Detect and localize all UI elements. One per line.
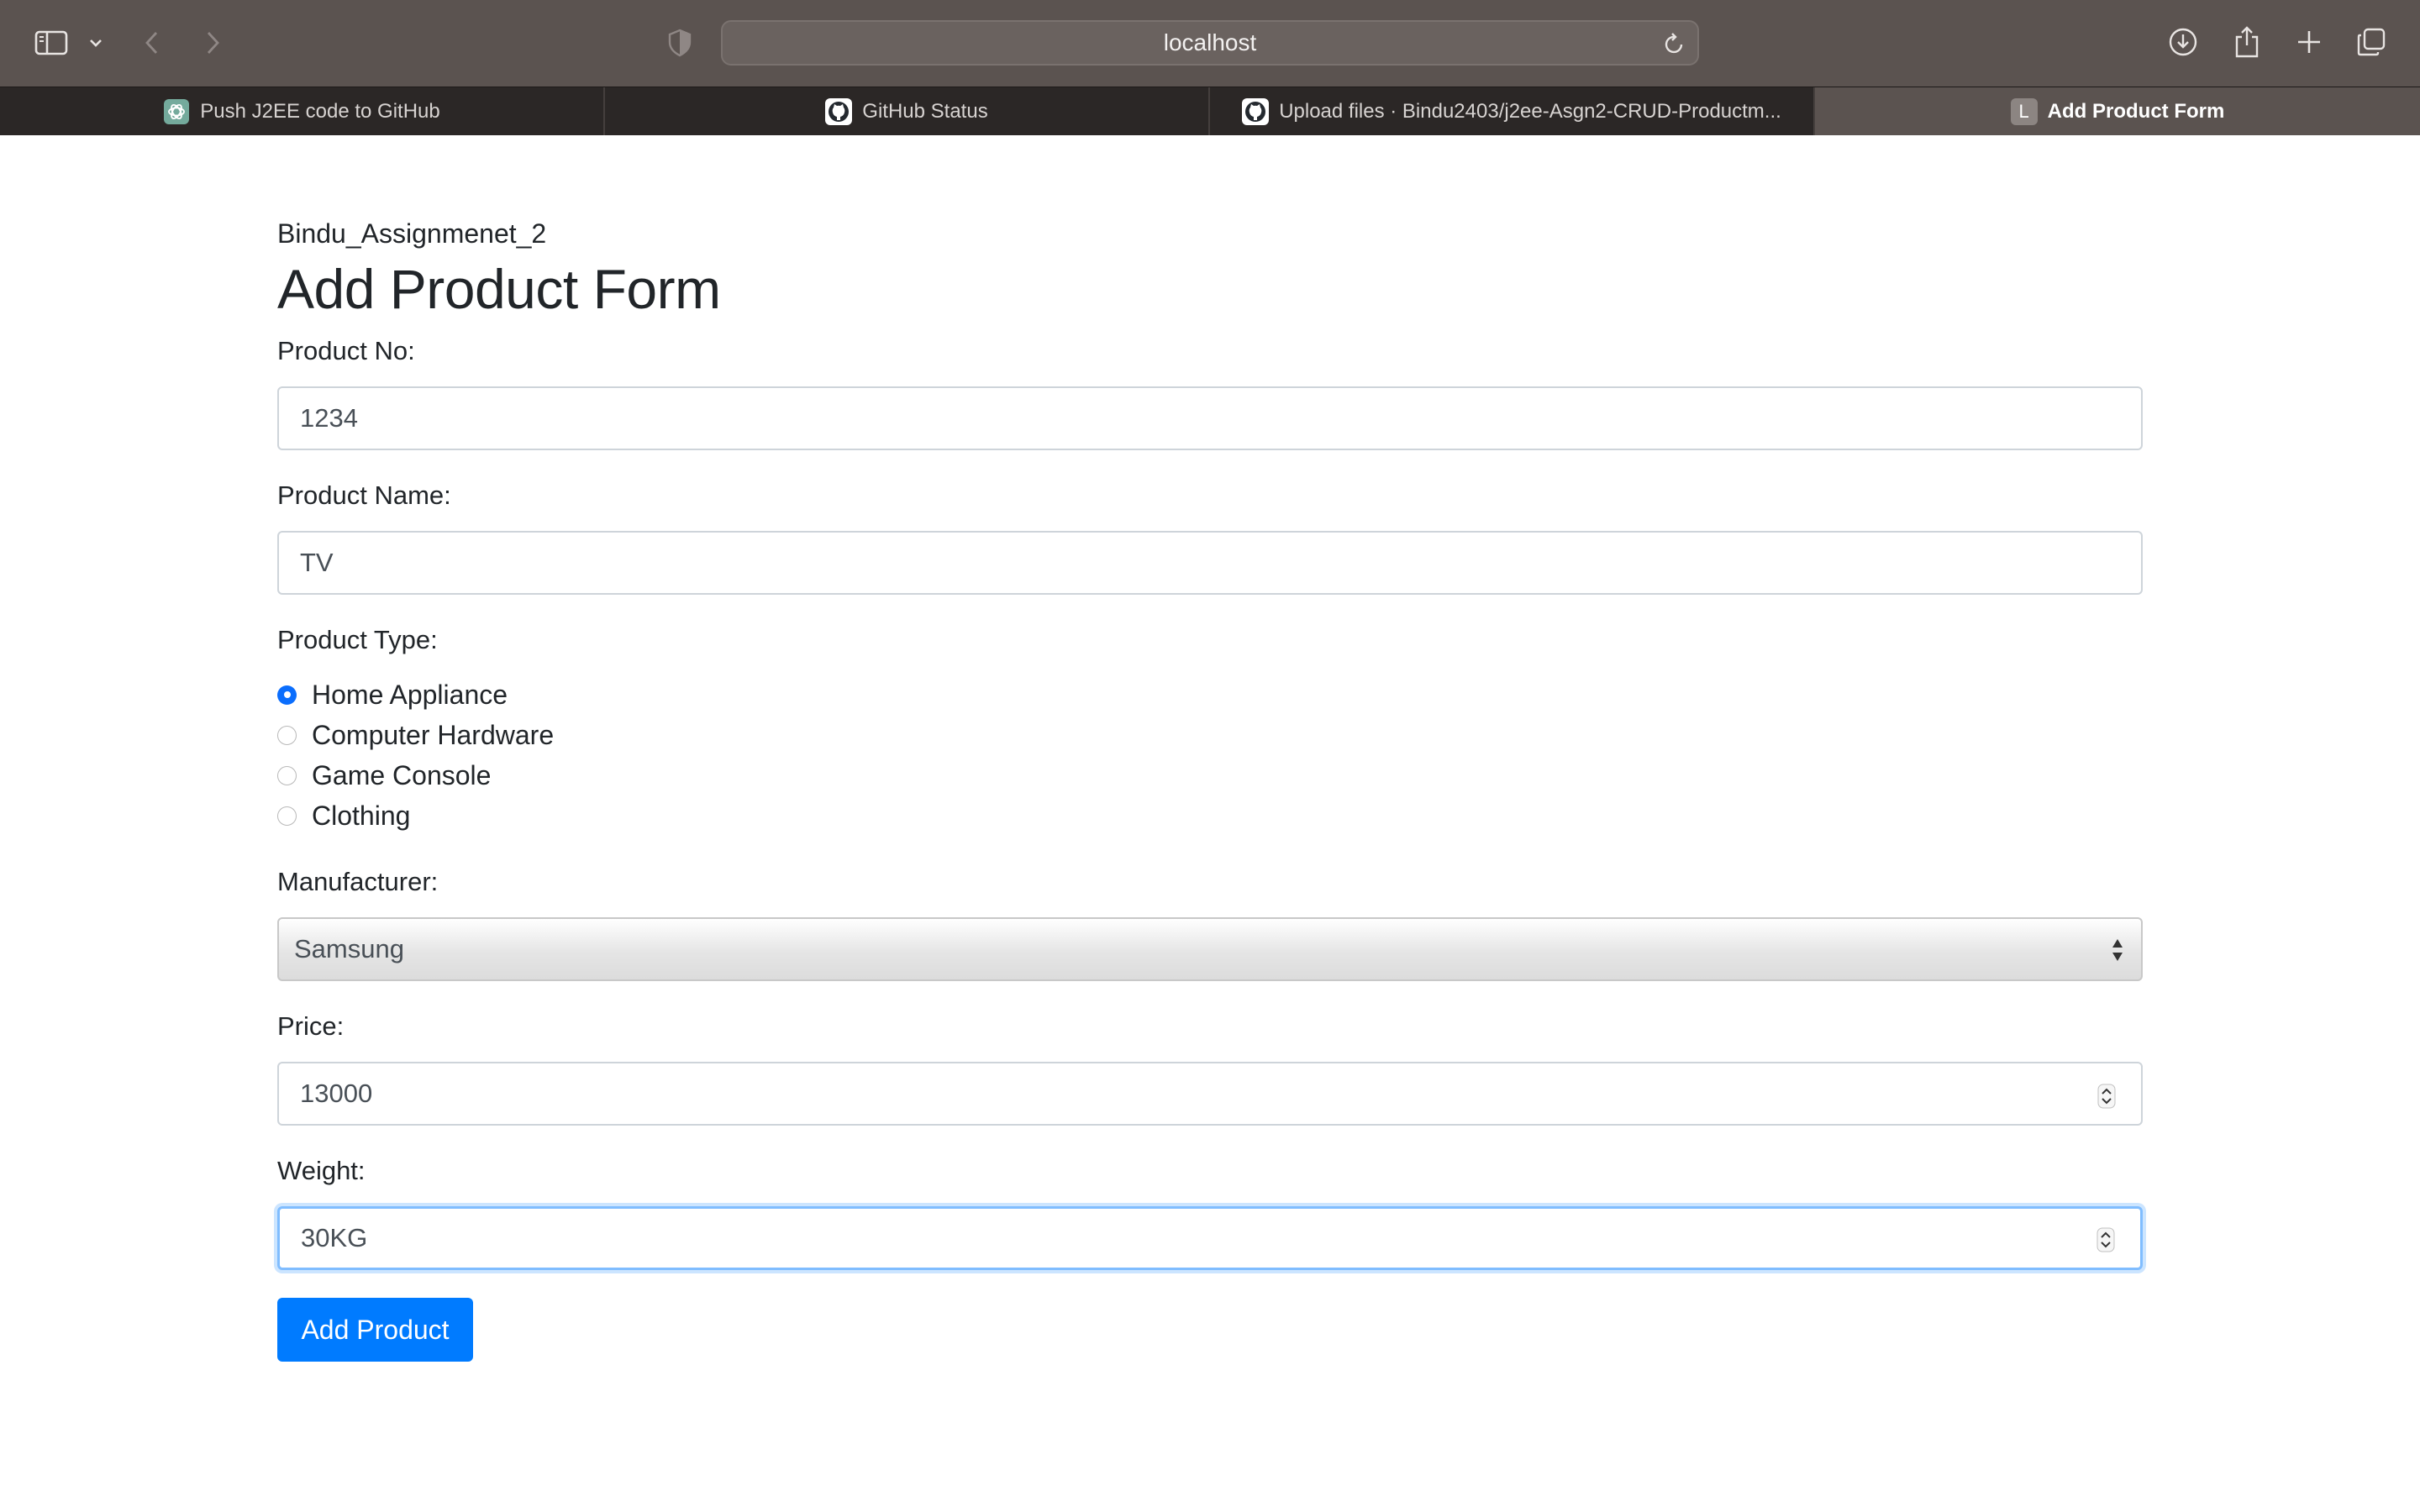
page-subtitle: Bindu_Assignmenet_2: [277, 218, 547, 249]
address-bar[interactable]: localhost: [721, 20, 1699, 66]
sidebar-toggle-icon[interactable]: [32, 27, 71, 59]
radio-label: Home Appliance: [312, 679, 508, 710]
browser-toolbar: localhost: [0, 0, 2420, 87]
radio-label: Clothing: [312, 800, 411, 831]
number-stepper-icon[interactable]: [2097, 1084, 2116, 1116]
radio-label: Computer Hardware: [312, 719, 555, 750]
product-name-label: Product Name:: [277, 480, 451, 510]
product-type-label: Product Type:: [277, 625, 438, 654]
tab-label: GitHub Status: [862, 99, 988, 123]
reload-icon[interactable]: [1664, 32, 1686, 60]
new-tab-plus-icon[interactable]: [2292, 25, 2326, 59]
tab-add-product-form[interactable]: L Add Product Form: [1815, 87, 2420, 135]
price-value: 13000: [300, 1079, 373, 1108]
page-title: Add Product Form: [277, 258, 721, 320]
product-no-label: Product No:: [277, 336, 415, 365]
radio-button[interactable]: [277, 725, 297, 745]
radio-clothing[interactable]: Clothing: [277, 799, 410, 832]
manufacturer-value: Samsung: [294, 934, 404, 963]
number-stepper-icon[interactable]: [2096, 1227, 2115, 1259]
manufacturer-select[interactable]: Samsung: [277, 917, 2143, 981]
tab-label: Upload files · Bindu2403/j2ee-Asgn2-CRUD…: [1279, 99, 1781, 123]
product-name-value: TV: [300, 548, 334, 577]
radio-button[interactable]: [277, 765, 297, 785]
share-icon[interactable]: [2230, 24, 2264, 60]
privacy-shield-icon[interactable]: [666, 29, 694, 57]
letter-icon: L: [2010, 97, 2038, 125]
weight-value: 30KG: [301, 1223, 368, 1252]
radio-button-checked[interactable]: [277, 685, 297, 705]
product-name-input[interactable]: TV: [277, 531, 2143, 595]
forward-arrow-icon[interactable]: [200, 27, 225, 59]
tab-overview-icon[interactable]: [2354, 25, 2388, 59]
url-text: localhost: [1163, 29, 1257, 55]
add-product-button[interactable]: Add Product: [277, 1298, 473, 1362]
weight-input[interactable]: 30KG: [277, 1206, 2143, 1270]
download-icon[interactable]: [2166, 25, 2200, 59]
radio-button[interactable]: [277, 806, 297, 826]
radio-game-console[interactable]: Game Console: [277, 759, 491, 792]
back-arrow-icon[interactable]: [139, 27, 165, 59]
openai-icon: [163, 98, 190, 125]
tab-label: Add Product Form: [2047, 99, 2225, 123]
manufacturer-label: Manufacturer:: [277, 867, 439, 896]
product-no-input[interactable]: 1234: [277, 386, 2143, 450]
tab-push-j2ee[interactable]: Push J2EE code to GitHub: [0, 87, 605, 135]
weight-label: Weight:: [277, 1156, 366, 1185]
product-no-value: 1234: [300, 403, 358, 433]
chevron-down-icon[interactable]: [84, 32, 108, 54]
page-content: Bindu_Assignmenet_2 Add Product Form Pro…: [0, 135, 2420, 1512]
tab-strip: Push J2EE code to GitHub GitHub Status U…: [0, 87, 2420, 135]
radio-home-appliance[interactable]: Home Appliance: [277, 678, 508, 711]
price-input[interactable]: 13000: [277, 1062, 2143, 1126]
tab-upload-files[interactable]: Upload files · Bindu2403/j2ee-Asgn2-CRUD…: [1210, 87, 1815, 135]
github-icon: [1242, 97, 1270, 125]
radio-computer-hardware[interactable]: Computer Hardware: [277, 718, 554, 752]
price-label: Price:: [277, 1011, 345, 1041]
tab-github-status[interactable]: GitHub Status: [605, 87, 1210, 135]
github-icon: [825, 97, 853, 125]
radio-label: Game Console: [312, 759, 492, 790]
tab-label: Push J2EE code to GitHub: [200, 99, 440, 123]
select-arrows-icon: [2111, 937, 2124, 970]
